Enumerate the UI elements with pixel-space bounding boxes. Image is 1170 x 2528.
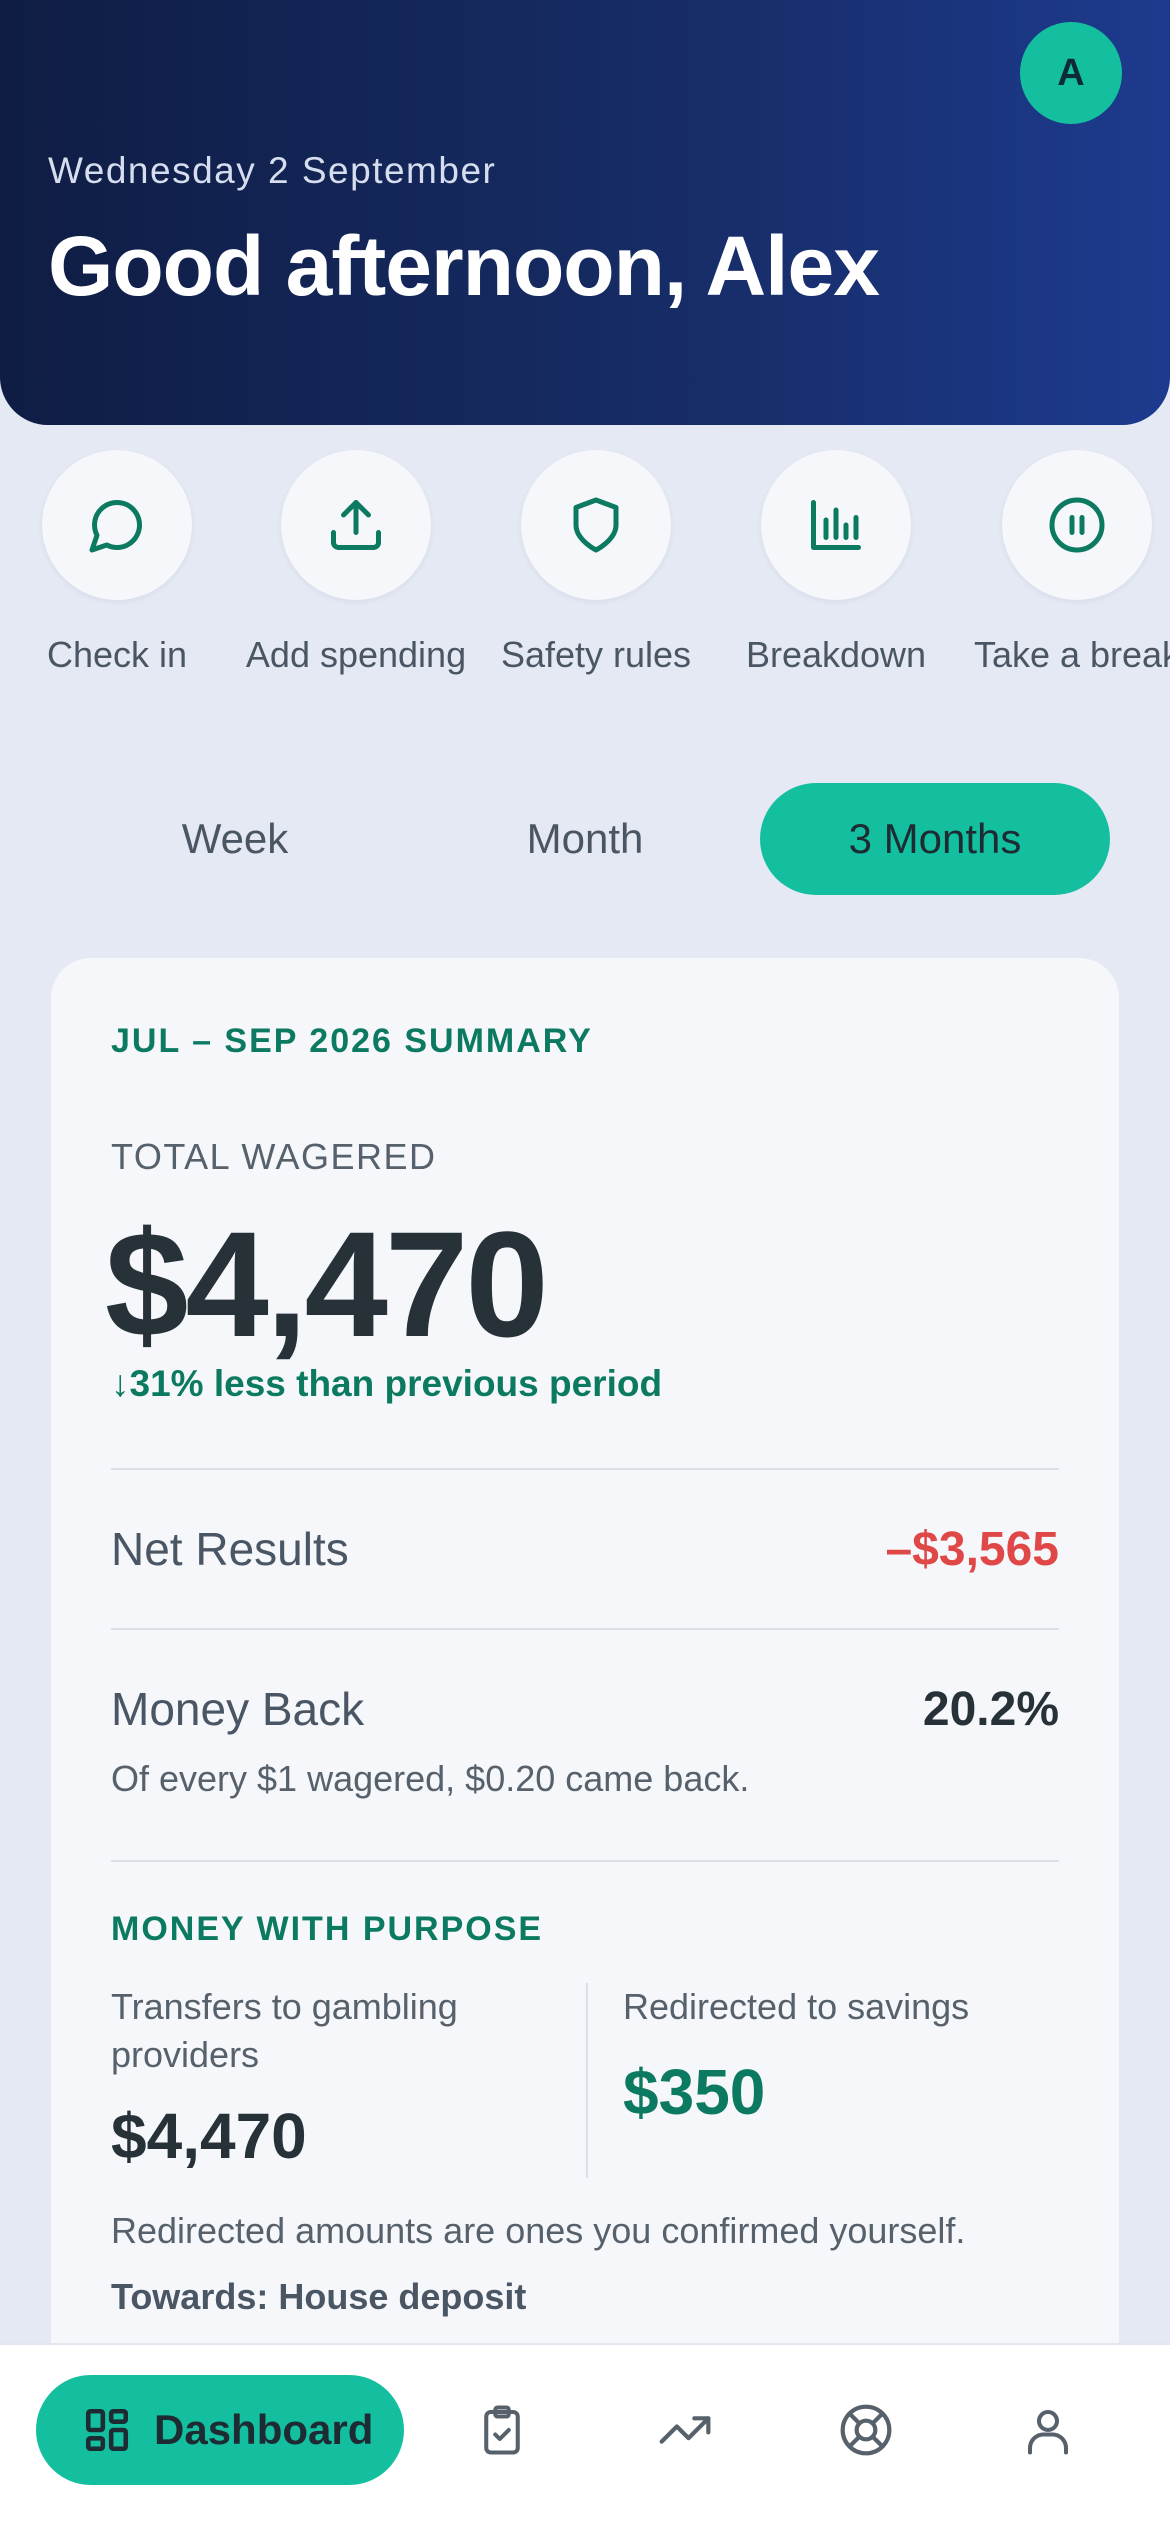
upload-icon	[331, 500, 381, 550]
dashboard-icon	[85, 2408, 129, 2452]
add-spending-label: Add spending	[245, 634, 467, 675]
period-selector: Week Month 3 Months	[60, 783, 1110, 895]
check-in-button[interactable]: Check in	[0, 450, 237, 676]
date-label: Wednesday 2 September	[48, 150, 497, 191]
total-wagered-value: $4,470	[105, 1200, 549, 1368]
money-back-label: Money Back	[111, 1683, 365, 1735]
nav-profile[interactable]	[1015, 2397, 1081, 2463]
take-a-break-label: Take a break	[973, 634, 1170, 675]
breakdown-label: Breakdown	[745, 634, 927, 675]
money-with-purpose-title: MONEY WITH PURPOSE	[111, 1910, 544, 1948]
divider	[111, 1468, 1059, 1470]
summary-title: JUL – SEP 2026 SUMMARY	[111, 1022, 593, 1060]
safety-rules-button[interactable]: Safety rules	[476, 450, 716, 676]
nav-support[interactable]	[833, 2397, 899, 2463]
breakdown-circle[interactable]	[761, 450, 911, 600]
add-spending-button[interactable]: Add spending	[236, 450, 476, 676]
pause-icon	[1049, 497, 1105, 553]
savings-column: Redirected to savings $350	[623, 1983, 1063, 2129]
tab-3-months[interactable]: 3 Months	[760, 783, 1110, 895]
nav-dashboard[interactable]: Dashboard	[36, 2375, 404, 2485]
avatar[interactable]: A	[1020, 22, 1122, 124]
total-wagered-label: TOTAL WAGERED	[111, 1136, 437, 1177]
net-results-label: Net Results	[111, 1523, 349, 1575]
clipboard-check-icon	[484, 2405, 520, 2455]
tab-month[interactable]: Month	[410, 783, 760, 895]
bottom-nav: Dashboard	[0, 2343, 1170, 2528]
greeting-title: Good afternoon, Alex	[48, 219, 880, 313]
arrow-down-icon: ↓	[111, 1363, 130, 1404]
nav-checklist[interactable]	[469, 2397, 535, 2463]
column-divider	[586, 1983, 588, 2178]
add-spending-circle[interactable]	[281, 450, 431, 600]
quick-actions: Check in Add spending Safety rules Break…	[0, 450, 1170, 680]
transfers-column: Transfers to gambling providers $4,470	[111, 1983, 531, 2173]
user-icon	[1027, 2409, 1069, 2455]
period-change: ↓31% less than previous period	[111, 1363, 662, 1405]
redirect-note: Redirected amounts are ones you confirme…	[111, 2210, 966, 2251]
header: A Wednesday 2 September Good afternoon, …	[0, 0, 1170, 425]
transfers-label: Transfers to gambling providers	[111, 1986, 458, 2075]
safety-rules-circle[interactable]	[521, 450, 671, 600]
take-a-break-button[interactable]: Take a break	[957, 450, 1170, 676]
divider	[111, 1628, 1059, 1630]
lifebuoy-icon	[840, 2404, 892, 2456]
divider	[111, 1860, 1059, 1862]
savings-label: Redirected to savings	[623, 1986, 970, 2027]
savings-goal: Towards: House deposit	[111, 2276, 527, 2317]
net-results-value: –$3,565	[885, 1523, 1059, 1576]
nav-dashboard-label: Dashboard	[154, 2406, 374, 2453]
bar-chart-icon	[811, 500, 861, 550]
check-in-circle[interactable]	[42, 450, 192, 600]
savings-value: $350	[623, 2056, 766, 2128]
trending-up-icon	[659, 2416, 711, 2444]
safety-rules-label: Safety rules	[500, 634, 692, 675]
period-change-text: 31% less than previous period	[129, 1363, 663, 1404]
breakdown-button[interactable]: Breakdown	[716, 450, 956, 676]
check-in-label: Check in	[46, 634, 188, 675]
nav-trends[interactable]	[652, 2397, 718, 2463]
money-back-value: 20.2%	[922, 1683, 1059, 1736]
take-a-break-circle[interactable]	[1002, 450, 1152, 600]
transfers-value: $4,470	[111, 2100, 307, 2172]
money-back-subtext: Of every $1 wagered, $0.20 came back.	[111, 1758, 750, 1799]
shield-icon	[573, 497, 619, 553]
chat-bubble-icon	[89, 499, 143, 553]
tab-week[interactable]: Week	[60, 783, 410, 895]
summary-card: JUL – SEP 2026 SUMMARY TOTAL WAGERED $4,…	[51, 958, 1119, 2358]
